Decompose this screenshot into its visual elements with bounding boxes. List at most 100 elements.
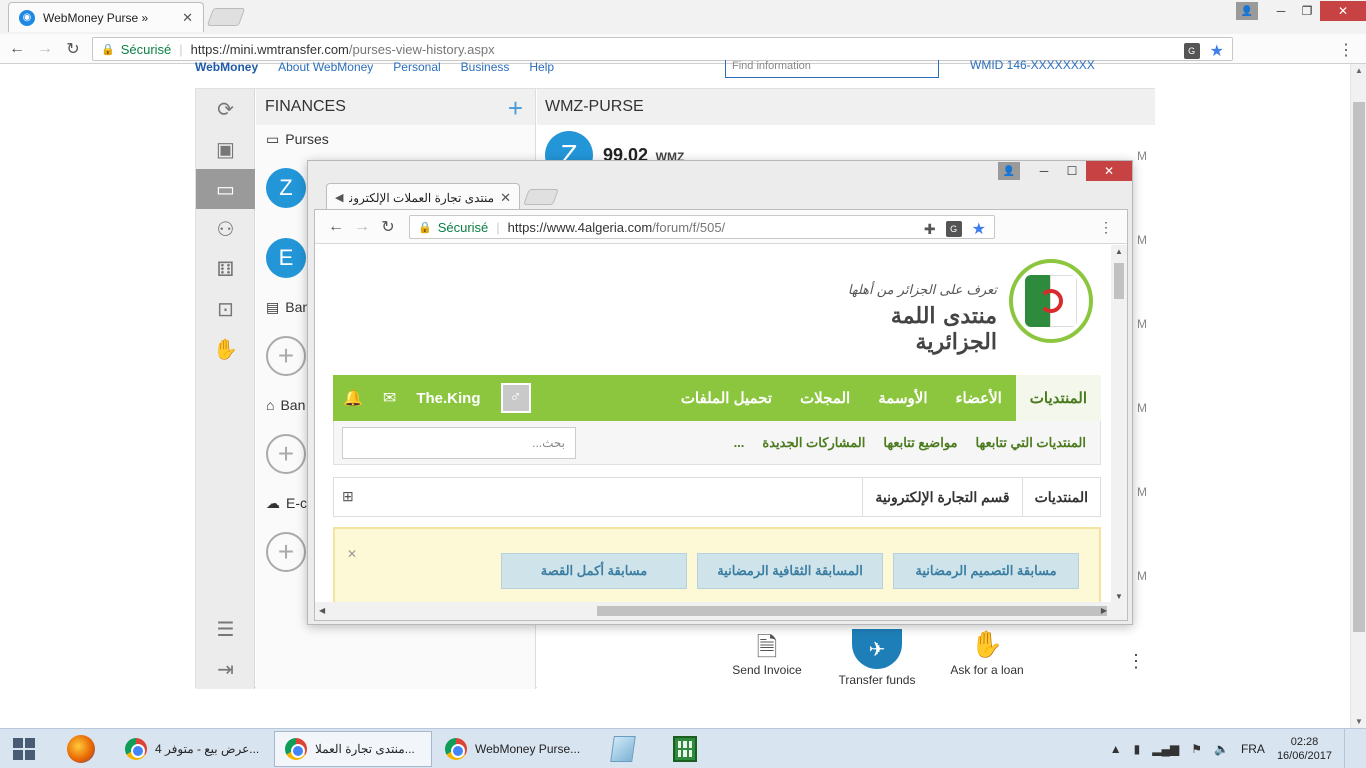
contacts-icon[interactable]: ⚇ xyxy=(196,209,255,249)
ask-loan-button[interactable]: ✋ Ask for a loan xyxy=(947,629,1027,687)
box-icon[interactable]: ▣ xyxy=(196,129,255,169)
subnav-watched-forums[interactable]: المنتديات التي تتابعها xyxy=(976,435,1086,451)
crumb-ecommerce[interactable]: قسم التجارة الإلكترونية xyxy=(862,478,1021,516)
back-icon[interactable]: ← xyxy=(325,216,347,238)
nav-help[interactable]: Help xyxy=(529,60,554,74)
firefox-pin[interactable] xyxy=(56,731,106,767)
user-icon[interactable]: 👤 xyxy=(998,162,1020,180)
reload-icon[interactable]: ↻ xyxy=(377,216,399,238)
scroll-up-icon[interactable]: ▲ xyxy=(1351,66,1366,75)
speaker-icon[interactable]: ◀ xyxy=(335,191,343,204)
minimize-button[interactable]: ─ xyxy=(1030,161,1058,181)
minimize-button[interactable]: ─ xyxy=(1268,2,1294,20)
popup-address-bar[interactable]: 🔒 Sécurisé | https://www.4algeria.com/fo… xyxy=(409,215,995,239)
volume-icon[interactable]: 🔈 xyxy=(1214,742,1229,756)
maximize-button[interactable]: ❐ xyxy=(1294,2,1320,20)
taskbar-task[interactable]: عرض بيع - متوفر 4... xyxy=(114,731,272,767)
close-icon[interactable]: ✕ xyxy=(347,547,357,561)
scroll-up-icon[interactable]: ▲ xyxy=(1115,247,1123,256)
clock[interactable]: 02:28 16/06/2017 xyxy=(1277,735,1332,763)
scroll-thumb[interactable] xyxy=(1114,263,1124,299)
menu-icon[interactable]: ⋮ xyxy=(1099,219,1113,236)
avatar[interactable]: ♂ xyxy=(500,383,531,413)
close-icon[interactable]: ✕ xyxy=(500,190,511,206)
browser-tab-webmoney[interactable]: ◉ WebMoney Purse » ✕ xyxy=(8,2,204,32)
settings-sliders-icon[interactable]: ☰ xyxy=(196,609,255,649)
flag-icon[interactable]: ⚑ xyxy=(1191,742,1202,756)
reload-icon[interactable]: ↻ xyxy=(62,38,84,60)
more-actions-icon[interactable]: ⋮ xyxy=(1127,651,1145,672)
nav-forums[interactable]: المنتديات xyxy=(1015,375,1101,421)
scroll-down-icon[interactable]: ▼ xyxy=(1351,717,1366,726)
close-icon[interactable]: ✕ xyxy=(182,10,193,26)
maximize-button[interactable]: ☐ xyxy=(1058,161,1086,181)
taskbar-task[interactable]: WebMoney Purse... xyxy=(434,731,592,767)
popup-vertical-scrollbar[interactable]: ▲ ▼ xyxy=(1111,245,1127,603)
star-icon[interactable]: ★ xyxy=(1210,41,1224,61)
shopping-bag-icon[interactable]: ⊡ xyxy=(196,289,255,329)
nav-downloads[interactable]: تحميل الملفات xyxy=(667,375,786,421)
back-icon[interactable]: ← xyxy=(6,38,28,60)
crumb-forums[interactable]: المنتديات xyxy=(1021,478,1100,516)
scroll-right-icon[interactable]: ▶ xyxy=(1101,606,1107,615)
forward-icon[interactable]: → xyxy=(34,38,56,60)
services-icon[interactable]: ⚅ xyxy=(196,249,255,289)
page-scrollbar[interactable]: ▲ ▼ xyxy=(1350,64,1366,728)
signal-icon[interactable]: ▂▄▆ xyxy=(1152,742,1179,756)
wmid-label[interactable]: WMID 146-XXXXXXXX xyxy=(970,58,1095,72)
sitemap-icon[interactable]: ⊞ xyxy=(342,488,354,505)
battery-icon[interactable]: ▮ xyxy=(1134,742,1141,756)
send-invoice-button[interactable]: 🗎 Send Invoice xyxy=(727,629,807,687)
scroll-thumb[interactable] xyxy=(597,606,1107,616)
user-icon[interactable]: 👤 xyxy=(1236,2,1258,20)
nav-about[interactable]: About WebMoney xyxy=(278,60,373,74)
transfer-funds-button[interactable]: ✈ Transfer funds xyxy=(837,629,917,687)
refresh-icon[interactable]: ⟳ xyxy=(196,89,255,129)
calculator-pin[interactable] xyxy=(660,731,710,767)
scroll-thumb[interactable] xyxy=(1353,102,1365,632)
forum-search-input[interactable]: بحث... xyxy=(342,427,576,459)
translate-icon[interactable]: G xyxy=(1183,43,1200,59)
bell-icon[interactable]: 🔔 xyxy=(343,388,363,408)
nav-personal[interactable]: Personal xyxy=(393,60,440,74)
notice-button[interactable]: المسابقة الثقافية الرمضانية xyxy=(697,553,883,589)
forum-logo[interactable]: تعرف على الجزائر من أهلها منتدى اللمة ال… xyxy=(833,259,1093,355)
subnav-more[interactable]: ... xyxy=(734,435,745,450)
new-tab-button[interactable] xyxy=(523,189,559,205)
close-button[interactable]: ✕ xyxy=(1320,1,1366,21)
notice-button[interactable]: مسابقة التصميم الرمضانية xyxy=(893,553,1079,589)
app-pin[interactable] xyxy=(598,731,648,767)
start-button[interactable] xyxy=(0,729,48,768)
wm-logo[interactable]: WebMoney xyxy=(195,60,258,74)
loan-hand-icon[interactable]: ✋ xyxy=(196,329,255,369)
extension-blocked-icon[interactable]: ✚ xyxy=(924,221,936,238)
username[interactable]: The.King xyxy=(416,390,480,407)
subnav-watched-threads[interactable]: مواضيع تتابعها xyxy=(883,435,957,451)
nav-members[interactable]: الأعضاء xyxy=(941,375,1015,421)
star-icon[interactable]: ★ xyxy=(972,219,986,239)
mail-icon[interactable]: ✉ xyxy=(383,388,396,408)
add-plus-icon[interactable]: + xyxy=(508,93,523,124)
nav-medals[interactable]: الأوسمة xyxy=(864,375,941,421)
wallet-icon[interactable]: ▭ xyxy=(196,169,255,209)
show-desktop-button[interactable] xyxy=(1344,729,1354,768)
logout-icon[interactable]: ⇥ xyxy=(196,649,255,689)
scroll-down-icon[interactable]: ▼ xyxy=(1115,592,1123,601)
chevron-up-icon[interactable]: ▲ xyxy=(1110,742,1122,756)
forward-icon[interactable]: → xyxy=(351,216,373,238)
wm-search-input[interactable]: Find information xyxy=(725,60,939,78)
language-indicator[interactable]: FRA xyxy=(1241,742,1265,756)
menu-icon[interactable]: ⋮ xyxy=(1338,40,1354,60)
nav-business[interactable]: Business xyxy=(461,60,510,74)
translate-icon[interactable]: G xyxy=(945,221,962,237)
close-button[interactable]: ✕ xyxy=(1086,161,1132,181)
subnav-new-posts[interactable]: المشاركات الجديدة xyxy=(762,435,865,451)
taskbar-task[interactable]: منتدى تجارة العملا... xyxy=(274,731,432,767)
scroll-left-icon[interactable]: ◀ xyxy=(319,606,325,615)
new-tab-button[interactable] xyxy=(206,8,246,26)
globe-icon: ◉ xyxy=(19,9,35,26)
popup-horizontal-scrollbar[interactable]: ◀ ▶ xyxy=(315,602,1127,620)
popup-tab[interactable]: ◀ منتدى تجارة العملات الإلكترونية ✕ xyxy=(326,183,520,211)
nav-magazines[interactable]: المجلات xyxy=(786,375,864,421)
notice-button[interactable]: مسابقة أكمل القصة xyxy=(501,553,687,589)
